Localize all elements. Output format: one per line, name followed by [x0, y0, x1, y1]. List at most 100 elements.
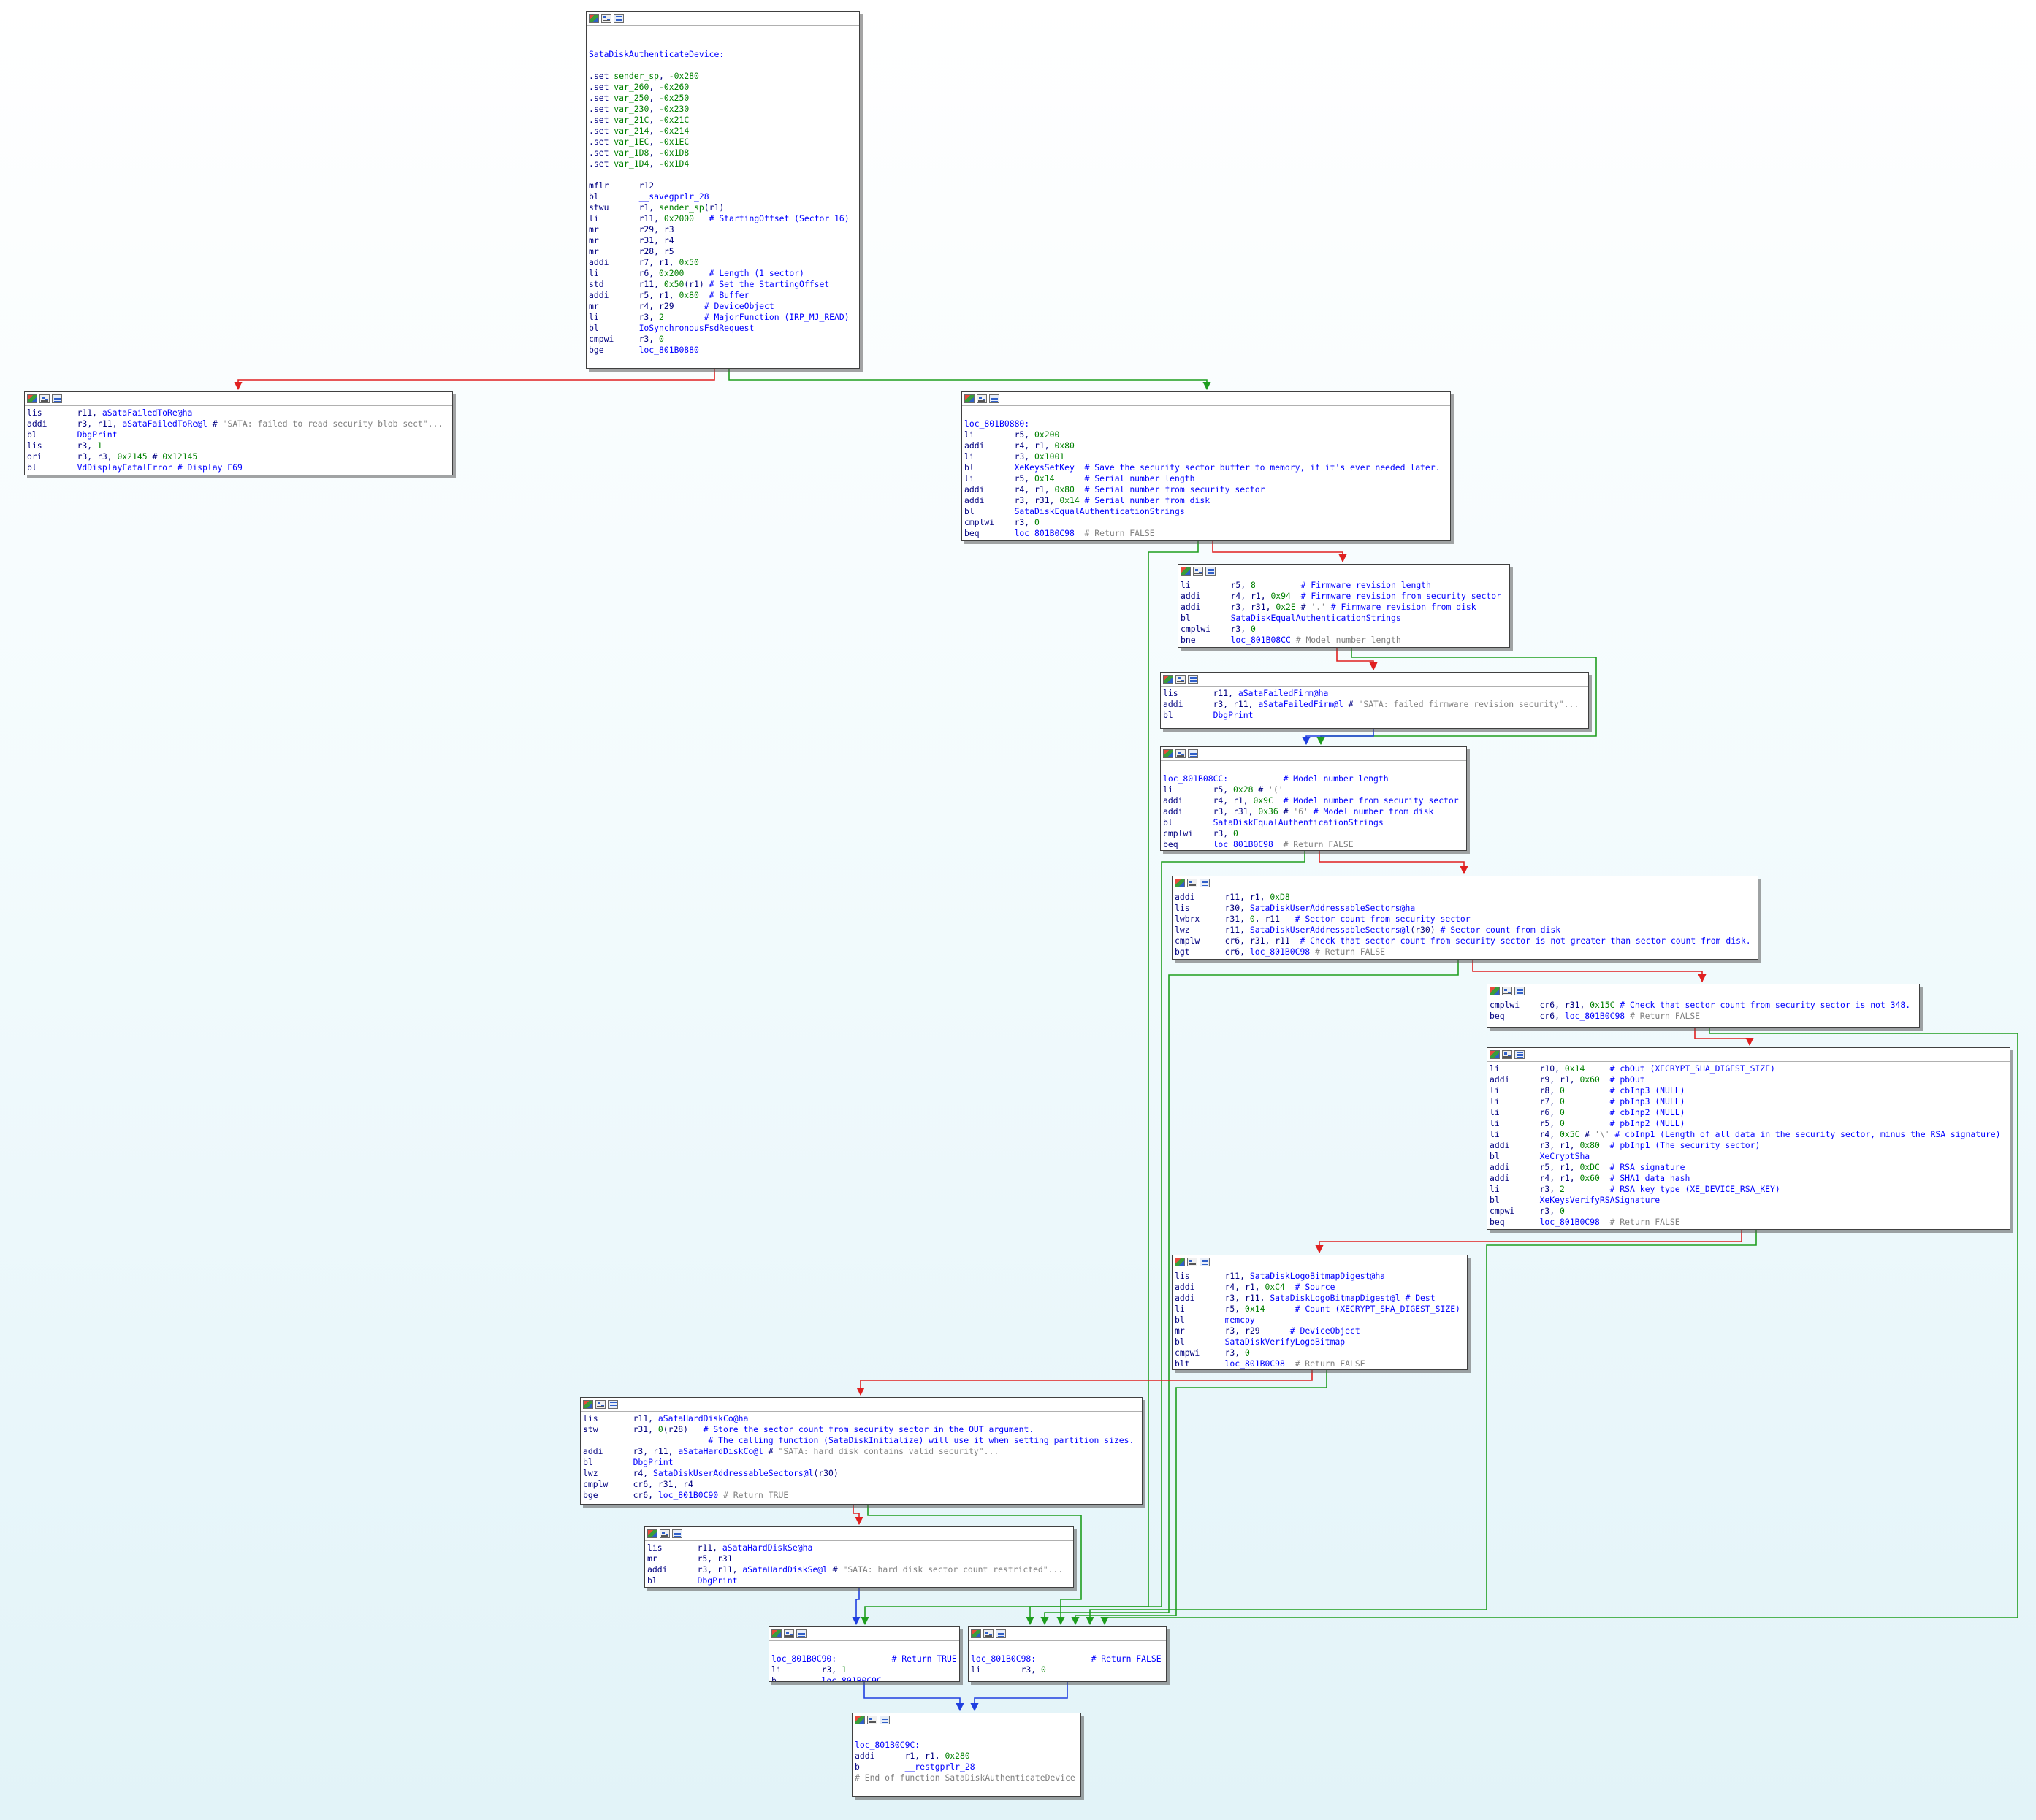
asm-token[interactable]: loc_801B0C98: [1250, 947, 1310, 957]
asm-token[interactable]: DbgPrint: [698, 1575, 738, 1586]
asm-line[interactable]: addi r3, r11, SataDiskLogoBitmapDigest@l…: [1175, 1293, 1465, 1304]
edge-false-branch[interactable]: [1472, 960, 1707, 983]
asm-line[interactable]: bl __savegprlr_28: [589, 191, 857, 202]
node-color-icon[interactable]: [1490, 987, 1500, 995]
node-text-view-icon[interactable]: [880, 1716, 890, 1724]
block-loc-801b0880[interactable]: loc_801B0880: li r5, 0x200 addi r4, r1, 0x…: [961, 391, 1451, 541]
node-graph-view-icon[interactable]: [601, 14, 611, 23]
node-text-view-icon[interactable]: [1200, 879, 1210, 887]
asm-line[interactable]: lis r11, aSataFailedFirm@ha: [1163, 688, 1586, 699]
node-color-icon[interactable]: [964, 394, 975, 403]
asm-line[interactable]: lis r11, aSataFailedToRe@ha: [27, 408, 450, 418]
asm-token[interactable]: aSataFailedFirm@ha: [1238, 688, 1328, 698]
node-graph-view-icon[interactable]: [784, 1629, 794, 1638]
asm-line[interactable]: bgt cr6, loc_801B0C98 # Return FALSE: [1175, 947, 1755, 957]
node-graph-view-icon[interactable]: [1502, 1050, 1512, 1059]
asm-line[interactable]: beq loc_801B0C98 # Return FALSE: [1490, 1217, 2008, 1228]
asm-line[interactable]: cmplw cr6, r31, r11 # Check that sector …: [1175, 936, 1755, 947]
asm-line[interactable]: bl SataDiskEqualAuthenticationStrings: [964, 506, 1448, 517]
asm-line[interactable]: li r3, 2 # RSA key type (XE_DEVICE_RSA_K…: [1490, 1184, 2008, 1195]
asm-line[interactable]: bl DbgPrint: [583, 1457, 1140, 1468]
asm-token[interactable]: IoSynchronousFsdRequest: [639, 323, 755, 333]
asm-line[interactable]: addi r3, r11, aSataFailedToRe@l # "SATA:…: [27, 418, 450, 429]
asm-line[interactable]: li r3, 2 # MajorFunction (IRP_MJ_READ): [589, 312, 857, 323]
asm-line[interactable]: .set var_1EC, -0x1EC: [589, 137, 857, 148]
block-loc-801b0c90-return-true[interactable]: loc_801B0C90: # Return TRUE li r3, 1b loc…: [769, 1626, 960, 1682]
node-color-icon[interactable]: [855, 1716, 865, 1724]
asm-token[interactable]: SataDiskUserAddressableSectors@ha: [1250, 903, 1415, 913]
node-text-view-icon[interactable]: [796, 1629, 807, 1638]
asm-token[interactable]: XeKeysSetKey: [1015, 462, 1075, 473]
node-color-icon[interactable]: [583, 1400, 593, 1409]
asm-line[interactable]: li r7, 0 # pbInp3 (NULL): [1490, 1096, 2008, 1107]
edge-false-branch[interactable]: [1319, 851, 1468, 875]
block-sata-disk-authenticate-device[interactable]: SataDiskAuthenticateDevice: .set sender_s…: [586, 11, 860, 369]
asm-token[interactable]: loc_801B0C9C: [822, 1675, 882, 1681]
edge-false-branch[interactable]: [1212, 541, 1347, 563]
node-color-icon[interactable]: [1490, 1050, 1500, 1059]
asm-token[interactable]: SataDiskLogoBitmapDigest@ha: [1250, 1271, 1385, 1281]
asm-token[interactable]: loc_801B0880: [639, 345, 699, 355]
asm-token[interactable]: DbgPrint: [77, 429, 118, 440]
block-logo-bitmap[interactable]: lis r11, SataDiskLogoBitmapDigest@ha addi…: [1172, 1255, 1468, 1370]
node-text-view-icon[interactable]: [614, 14, 624, 23]
edge-jump-branch[interactable]: [1302, 729, 1374, 746]
asm-line[interactable]: li r4, 0x5C # '\' # cbInp1 (Length of al…: [1490, 1129, 2008, 1140]
asm-line[interactable]: bl DbgPrint: [647, 1575, 1071, 1586]
node-text-view-icon[interactable]: [608, 1400, 618, 1409]
asm-line[interactable]: b loc_801B0C9C: [771, 1675, 957, 1681]
asm-token[interactable]: SataDiskUserAddressableSectors@l: [1250, 925, 1410, 935]
asm-line[interactable]: bl DbgPrint: [27, 429, 450, 440]
asm-line[interactable]: bl XeKeysVerifyRSASignature: [1490, 1195, 2008, 1206]
block-rsa-verify[interactable]: li r10, 0x14 # cbOut (XECRYPT_SHA_DIGEST…: [1487, 1047, 2010, 1230]
node-graph-view-icon[interactable]: [1193, 567, 1203, 576]
asm-token[interactable]: SataDiskVerifyLogoBitmap: [1225, 1337, 1346, 1347]
asm-line[interactable]: addi r4, r1, 0x80: [964, 440, 1448, 451]
node-text-view-icon[interactable]: [1200, 1258, 1210, 1266]
asm-line[interactable]: [771, 1643, 957, 1653]
asm-line[interactable]: bl SataDiskEqualAuthenticationStrings: [1181, 613, 1507, 624]
asm-token[interactable]: aSataFailedToRe@l: [122, 418, 207, 429]
asm-token[interactable]: aSataHardDiskCo@ha: [658, 1413, 748, 1423]
asm-line[interactable]: addi r5, r1, 0xDC # RSA signature: [1490, 1162, 2008, 1173]
asm-token[interactable]: SataDiskEqualAuthenticationStrings: [1213, 817, 1384, 827]
asm-line[interactable]: lis r3, 1: [27, 440, 450, 451]
asm-line[interactable]: addi r3, r1, 0x80 # pbInp1 (The security…: [1490, 1140, 2008, 1151]
node-text-view-icon[interactable]: [1188, 749, 1198, 758]
block-sector-count-348[interactable]: cmplwi cr6, r31, 0x15C # Check that sect…: [1487, 984, 1920, 1028]
node-text-view-icon[interactable]: [1514, 1050, 1525, 1059]
asm-line[interactable]: [964, 408, 1448, 418]
asm-line[interactable]: li r6, 0x200 # Length (1 sector): [589, 268, 857, 279]
node-color-icon[interactable]: [647, 1529, 657, 1538]
asm-line[interactable]: [971, 1643, 1164, 1653]
asm-token[interactable]: SataDiskAuthenticateDevice:: [589, 49, 724, 59]
asm-token[interactable]: loc_801B0C90: [658, 1490, 718, 1500]
asm-line[interactable]: lwbrx r31, 0, r11 # Sector count from se…: [1175, 914, 1755, 925]
node-graph-view-icon[interactable]: [660, 1529, 670, 1538]
node-color-icon[interactable]: [589, 14, 599, 23]
asm-line[interactable]: li r5, 0x14 # Serial number length: [964, 473, 1448, 484]
asm-line[interactable]: .set var_260, -0x260: [589, 82, 857, 93]
node-text-view-icon[interactable]: [1188, 675, 1198, 684]
asm-line[interactable]: li r3, 0: [971, 1664, 1164, 1675]
asm-token[interactable]: aSataHardDiskSe@ha: [722, 1542, 812, 1553]
block-loc-801b0c98-return-false[interactable]: loc_801B0C98: # Return FALSE li r3, 0: [968, 1626, 1167, 1682]
asm-token[interactable]: loc_801B0C98: [1015, 528, 1075, 538]
node-graph-view-icon[interactable]: [867, 1716, 877, 1724]
asm-token[interactable]: loc_801B0C98: [1213, 839, 1273, 849]
asm-line[interactable]: addi r7, r1, 0x50: [589, 257, 857, 268]
asm-line[interactable]: stwu r1, sender_sp(r1): [589, 202, 857, 213]
asm-token[interactable]: loc_801B0C9C:: [855, 1740, 920, 1750]
node-graph-view-icon[interactable]: [595, 1400, 606, 1409]
asm-token[interactable]: XeCryptSha: [1540, 1151, 1590, 1161]
asm-token[interactable]: loc_801B08CC:: [1163, 773, 1228, 784]
asm-line[interactable]: [855, 1729, 1078, 1740]
asm-line[interactable]: bge loc_801B0880: [589, 345, 857, 356]
asm-token[interactable]: loc_801B0C98: [1540, 1217, 1600, 1227]
asm-line[interactable]: li r5, 0x200: [964, 429, 1448, 440]
asm-line[interactable]: addi r11, r1, 0xD8: [1175, 892, 1755, 903]
asm-line[interactable]: bge cr6, loc_801B0C90 # Return TRUE: [583, 1490, 1140, 1501]
asm-line[interactable]: mr r4, r29 # DeviceObject: [589, 301, 857, 312]
asm-line[interactable]: mr r31, r4: [589, 235, 857, 246]
asm-line[interactable]: bl memcpy: [1175, 1315, 1465, 1326]
